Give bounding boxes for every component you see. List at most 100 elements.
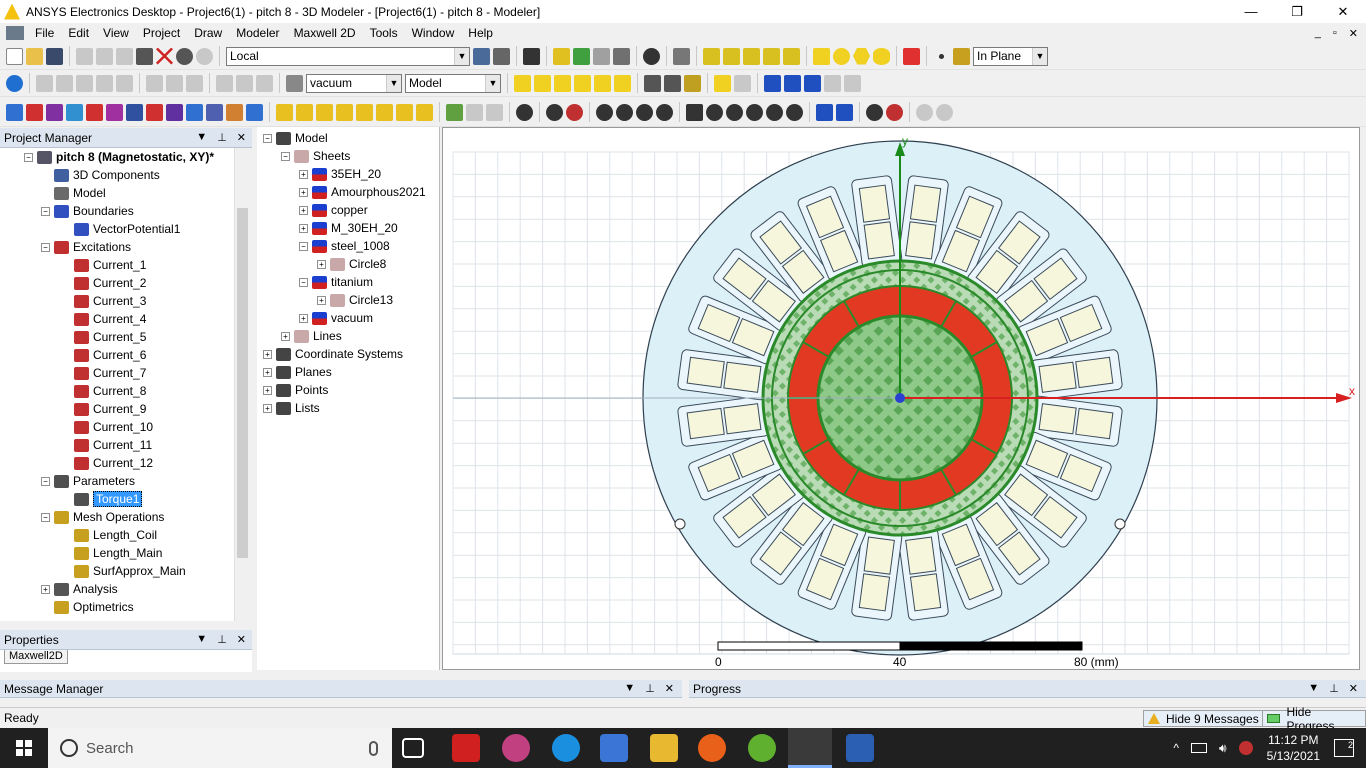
fit-icon[interactable] (493, 47, 510, 65)
redo-view-icon[interactable] (936, 103, 953, 121)
expand-icon[interactable]: + (317, 259, 326, 269)
ruler-icon[interactable] (664, 74, 681, 92)
pin-icon[interactable]: ⊥ (217, 633, 227, 646)
project-tree-item[interactable]: Current_2 (0, 274, 249, 292)
create-region-icon[interactable] (714, 74, 731, 92)
project-tree-item[interactable]: Current_11 (0, 436, 249, 454)
model-mode-select[interactable]: Model ▼ (405, 73, 501, 93)
collapse-icon[interactable]: − (263, 133, 272, 143)
3d-component-icon[interactable] (903, 47, 920, 65)
disabled-tool-2-icon[interactable] (486, 103, 503, 121)
disabled-tool-icon[interactable] (466, 103, 483, 121)
close-icon[interactable]: ✕ (1349, 682, 1358, 695)
paste-icon[interactable] (116, 47, 133, 65)
redo-icon[interactable] (196, 47, 213, 65)
menu-project[interactable]: Project (136, 26, 187, 40)
magnifier-icon[interactable] (643, 47, 660, 65)
menu-tools[interactable]: Tools (363, 26, 405, 40)
zoom-icon[interactable] (786, 103, 803, 121)
working-cs-icon[interactable] (844, 74, 861, 92)
project-tree-item[interactable]: − Mesh Operations (0, 508, 249, 526)
project-tree-item[interactable]: Optimetrics (0, 598, 249, 616)
chevron-up-icon[interactable]: ^ (1173, 741, 1179, 755)
project-root-item[interactable]: − pitch 8 (Magnetostatic, XY)* (0, 148, 249, 166)
menu-draw[interactable]: Draw (187, 26, 229, 40)
collapse-icon[interactable]: − (24, 152, 33, 162)
analyze-icon[interactable] (573, 47, 590, 65)
show-grid-icon[interactable] (644, 74, 661, 92)
utorrent-icon[interactable] (748, 734, 776, 762)
close-icon[interactable]: ✕ (665, 682, 674, 695)
scale-icon[interactable] (236, 74, 253, 92)
open-folder-icon[interactable] (26, 47, 43, 65)
assign-symmetry-icon[interactable] (46, 103, 63, 121)
pin-icon[interactable]: ⊥ (217, 131, 227, 144)
coordinate-list-icon[interactable] (473, 47, 490, 65)
mesh-op-5-icon[interactable] (356, 103, 373, 121)
app-colorwheel-icon[interactable] (502, 734, 530, 762)
print-icon[interactable] (136, 47, 153, 65)
pin-icon[interactable]: ⊥ (645, 682, 655, 695)
expand-icon[interactable]: + (263, 367, 272, 377)
menu-window[interactable]: Window (405, 26, 462, 40)
expand-icon[interactable]: + (299, 205, 308, 215)
project-tree-item[interactable]: Current_10 (0, 418, 249, 436)
copy-icon[interactable] (96, 47, 113, 65)
grid-icon[interactable] (673, 47, 690, 65)
draw-center-arc-icon[interactable] (763, 47, 780, 65)
menu-modeler[interactable]: Modeler (229, 26, 286, 40)
expand-icon[interactable]: + (41, 584, 50, 594)
project-tree-item[interactable]: Current_3 (0, 292, 249, 310)
close-icon[interactable]: ✕ (237, 633, 246, 646)
project-tree-item[interactable]: Torque1 (0, 490, 249, 508)
viewport-canvas[interactable]: y x 0 40 80 (mm) (443, 128, 1359, 669)
assign-torque-icon[interactable] (166, 103, 183, 121)
project-tree-item[interactable]: Length_Main (0, 544, 249, 562)
draw-polygon-icon[interactable] (853, 47, 870, 65)
fit-all-icon[interactable] (866, 103, 883, 121)
coordinate-system-select[interactable]: Local ▼ (226, 46, 470, 66)
assign-parameter-icon[interactable] (106, 103, 123, 121)
model-tree-item[interactable]: + copper (257, 201, 439, 219)
measure-icon[interactable] (684, 74, 701, 92)
draw-ellipse-icon[interactable] (873, 47, 890, 65)
undo-view-icon[interactable] (916, 103, 933, 121)
coordinate-system-icon[interactable] (764, 74, 781, 92)
mesh-op-3-icon[interactable] (316, 103, 333, 121)
collapse-icon[interactable]: − (299, 241, 308, 251)
scrollbar-thumb[interactable] (237, 208, 248, 558)
assign-winding-icon[interactable] (206, 103, 223, 121)
mesh-op-8-icon[interactable] (416, 103, 433, 121)
project-tree-item[interactable]: − Boundaries (0, 202, 249, 220)
maximize-button[interactable]: ❐ (1274, 0, 1320, 23)
view-options-3-icon[interactable] (636, 103, 653, 121)
assign-current-icon[interactable] (86, 103, 103, 121)
duplicate-icon[interactable] (216, 74, 233, 92)
validate-icon[interactable] (553, 47, 570, 65)
pan-hand-icon[interactable] (686, 103, 703, 121)
mesh-op-2-icon[interactable] (296, 103, 313, 121)
snap-edge-center-icon[interactable] (554, 74, 571, 92)
zoom-in-icon[interactable] (816, 103, 833, 121)
close-button[interactable]: ✕ (1320, 0, 1366, 23)
draw-spline-icon[interactable] (723, 47, 740, 65)
hide-object-icon[interactable] (546, 103, 563, 121)
mdi-minimize-button[interactable]: _ (1315, 27, 1321, 40)
mesh-op-4-icon[interactable] (336, 103, 353, 121)
boolean-subtract-icon[interactable] (56, 74, 73, 92)
clock[interactable]: 11:12 PM 5/13/2021 (1267, 732, 1320, 764)
collapse-icon[interactable]: − (41, 512, 50, 522)
expand-icon[interactable]: + (263, 349, 272, 359)
assign-mesh-icon[interactable] (226, 103, 243, 121)
menu-maxwell2d[interactable]: Maxwell 2D (287, 26, 363, 40)
draw-equation-icon[interactable] (783, 47, 800, 65)
zoom-out-icon[interactable] (836, 103, 853, 121)
assign-wave-icon[interactable] (246, 103, 263, 121)
dropdown-icon[interactable]: ▼ (196, 131, 207, 144)
expand-icon[interactable]: + (263, 385, 272, 395)
mesh-op-7-icon[interactable] (396, 103, 413, 121)
project-manager-scrollbar[interactable] (234, 148, 249, 621)
view-options-icon[interactable] (596, 103, 613, 121)
collapse-icon[interactable]: − (41, 476, 50, 486)
new-file-icon[interactable] (6, 47, 23, 65)
